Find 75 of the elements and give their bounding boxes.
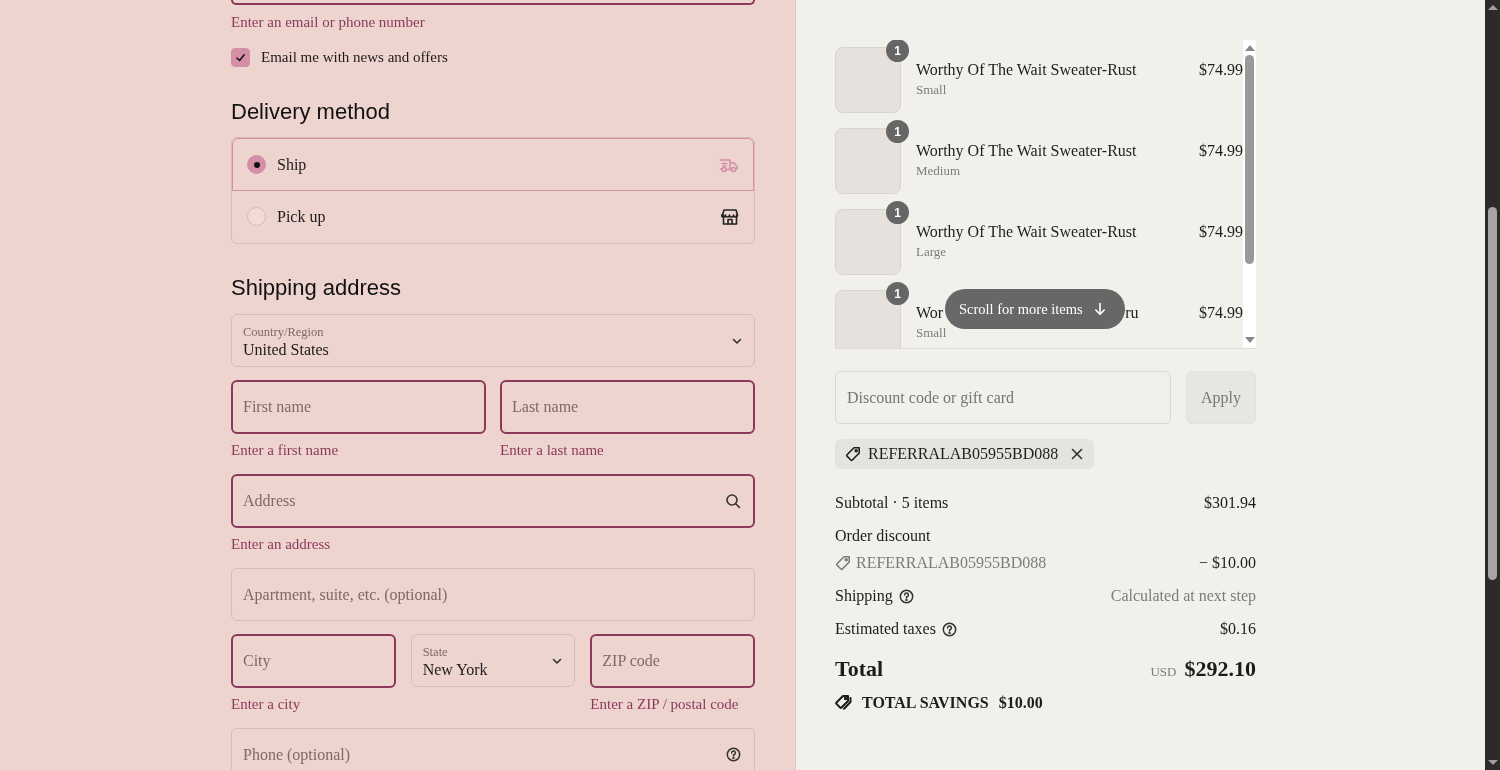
error-message: Enter an email or phone number — [231, 13, 426, 31]
help-icon — [941, 621, 957, 637]
tags-icon — [835, 694, 854, 712]
product-name: Worthy Of The Wait Sweater-Rust — [916, 141, 1137, 161]
tag-icon — [835, 555, 851, 571]
input-field[interactable]: City — [231, 634, 396, 688]
input-field[interactable]: Apartment, suite, etc. (optional) — [231, 568, 755, 621]
summary-value: − $10.00 — [1198, 553, 1256, 573]
summary-value: $0.16 — [1220, 619, 1256, 639]
checkbox-label: Email me with news and offers — [261, 48, 448, 66]
product-price: $74.99 — [1199, 141, 1243, 161]
error-message: Enter an address — [231, 535, 332, 553]
delivery-option[interactable]: Ship — [232, 138, 754, 191]
product-price: $74.99 — [1199, 303, 1243, 323]
product-name: Worthy Of The Wait Sweater-Rust — [916, 222, 1137, 242]
scrollbar[interactable] — [1243, 40, 1256, 348]
checkbox[interactable] — [231, 47, 250, 67]
input-field[interactable] — [231, 0, 755, 5]
error-message: Enter a ZIP / postal code — [590, 695, 740, 713]
currency-code: USD — [1150, 664, 1177, 679]
input-field[interactable]: First name — [231, 380, 486, 434]
quantity-badge: 1 — [886, 282, 909, 305]
product-variant: Large — [916, 243, 948, 261]
help-icon — [898, 588, 914, 604]
close-icon — [1070, 447, 1085, 461]
check-icon — [235, 51, 246, 63]
search-icon — [725, 493, 741, 509]
error-message: Enter a city — [231, 695, 302, 713]
radio-button[interactable] — [247, 155, 266, 174]
total-label: Total — [835, 655, 884, 683]
help-icon — [726, 746, 741, 762]
quantity-badge: 1 — [886, 40, 909, 62]
page-scrollbar[interactable] — [1485, 0, 1500, 770]
apply-button[interactable]: Apply — [1186, 371, 1256, 424]
summary-label: Shipping — [835, 586, 893, 607]
select-field[interactable]: Country/Region United States — [231, 314, 755, 367]
storefront-icon — [721, 207, 739, 226]
section-heading: Shipping address — [231, 276, 402, 300]
input-field[interactable]: Phone (optional) — [231, 728, 755, 770]
discount-code: REFERRALAB05955BD088 — [868, 445, 1059, 463]
summary-value: Calculated at next step — [1110, 586, 1256, 607]
select-field[interactable]: State New York — [410, 634, 576, 687]
summary-label: Estimated taxes — [835, 619, 936, 639]
product-name: Worthy Of The Wait Sweater-Rust — [916, 60, 1137, 80]
summary-value: $301.94 — [1204, 493, 1256, 513]
tag-icon — [845, 446, 861, 462]
summary-label: Subtotal · 5 items — [835, 493, 949, 513]
section-heading: Delivery method — [231, 100, 391, 124]
photo-placeholder — [835, 128, 901, 194]
input-field[interactable]: ZIP code — [590, 634, 755, 688]
summary-label: Order discount — [835, 526, 931, 546]
photo-placeholder — [835, 47, 901, 113]
product-price: $74.99 — [1199, 60, 1243, 80]
input-field[interactable]: Last name — [500, 380, 755, 434]
product-variant: Small — [916, 81, 948, 99]
savings-amount: $10.00 — [998, 693, 1043, 713]
product-variant: Medium — [916, 162, 962, 180]
error-message: Enter a first name — [231, 441, 340, 459]
remove-button[interactable] — [1070, 447, 1085, 461]
quantity-badge: 1 — [886, 201, 909, 224]
photo-placeholder — [835, 209, 901, 275]
scroll-hint-button[interactable]: Scroll for more items — [945, 289, 1125, 329]
input-field[interactable]: Address — [231, 474, 755, 528]
arrow-down-icon — [1092, 302, 1107, 316]
product-price: $74.99 — [1199, 222, 1243, 242]
product-name: Wor — [916, 303, 944, 323]
quantity-badge: 1 — [886, 120, 909, 143]
error-message: Enter a last name — [500, 441, 605, 459]
product-variant: Small — [916, 324, 948, 342]
radio-button[interactable] — [247, 207, 266, 226]
total-amount: $292.10 — [1184, 656, 1256, 681]
delivery-option[interactable]: Pick up — [232, 191, 754, 243]
savings-label: TOTAL SAVINGS — [862, 693, 989, 713]
discount-code: REFERRALAB05955BD088 — [856, 553, 1047, 573]
product-name: ru — [1125, 303, 1139, 323]
